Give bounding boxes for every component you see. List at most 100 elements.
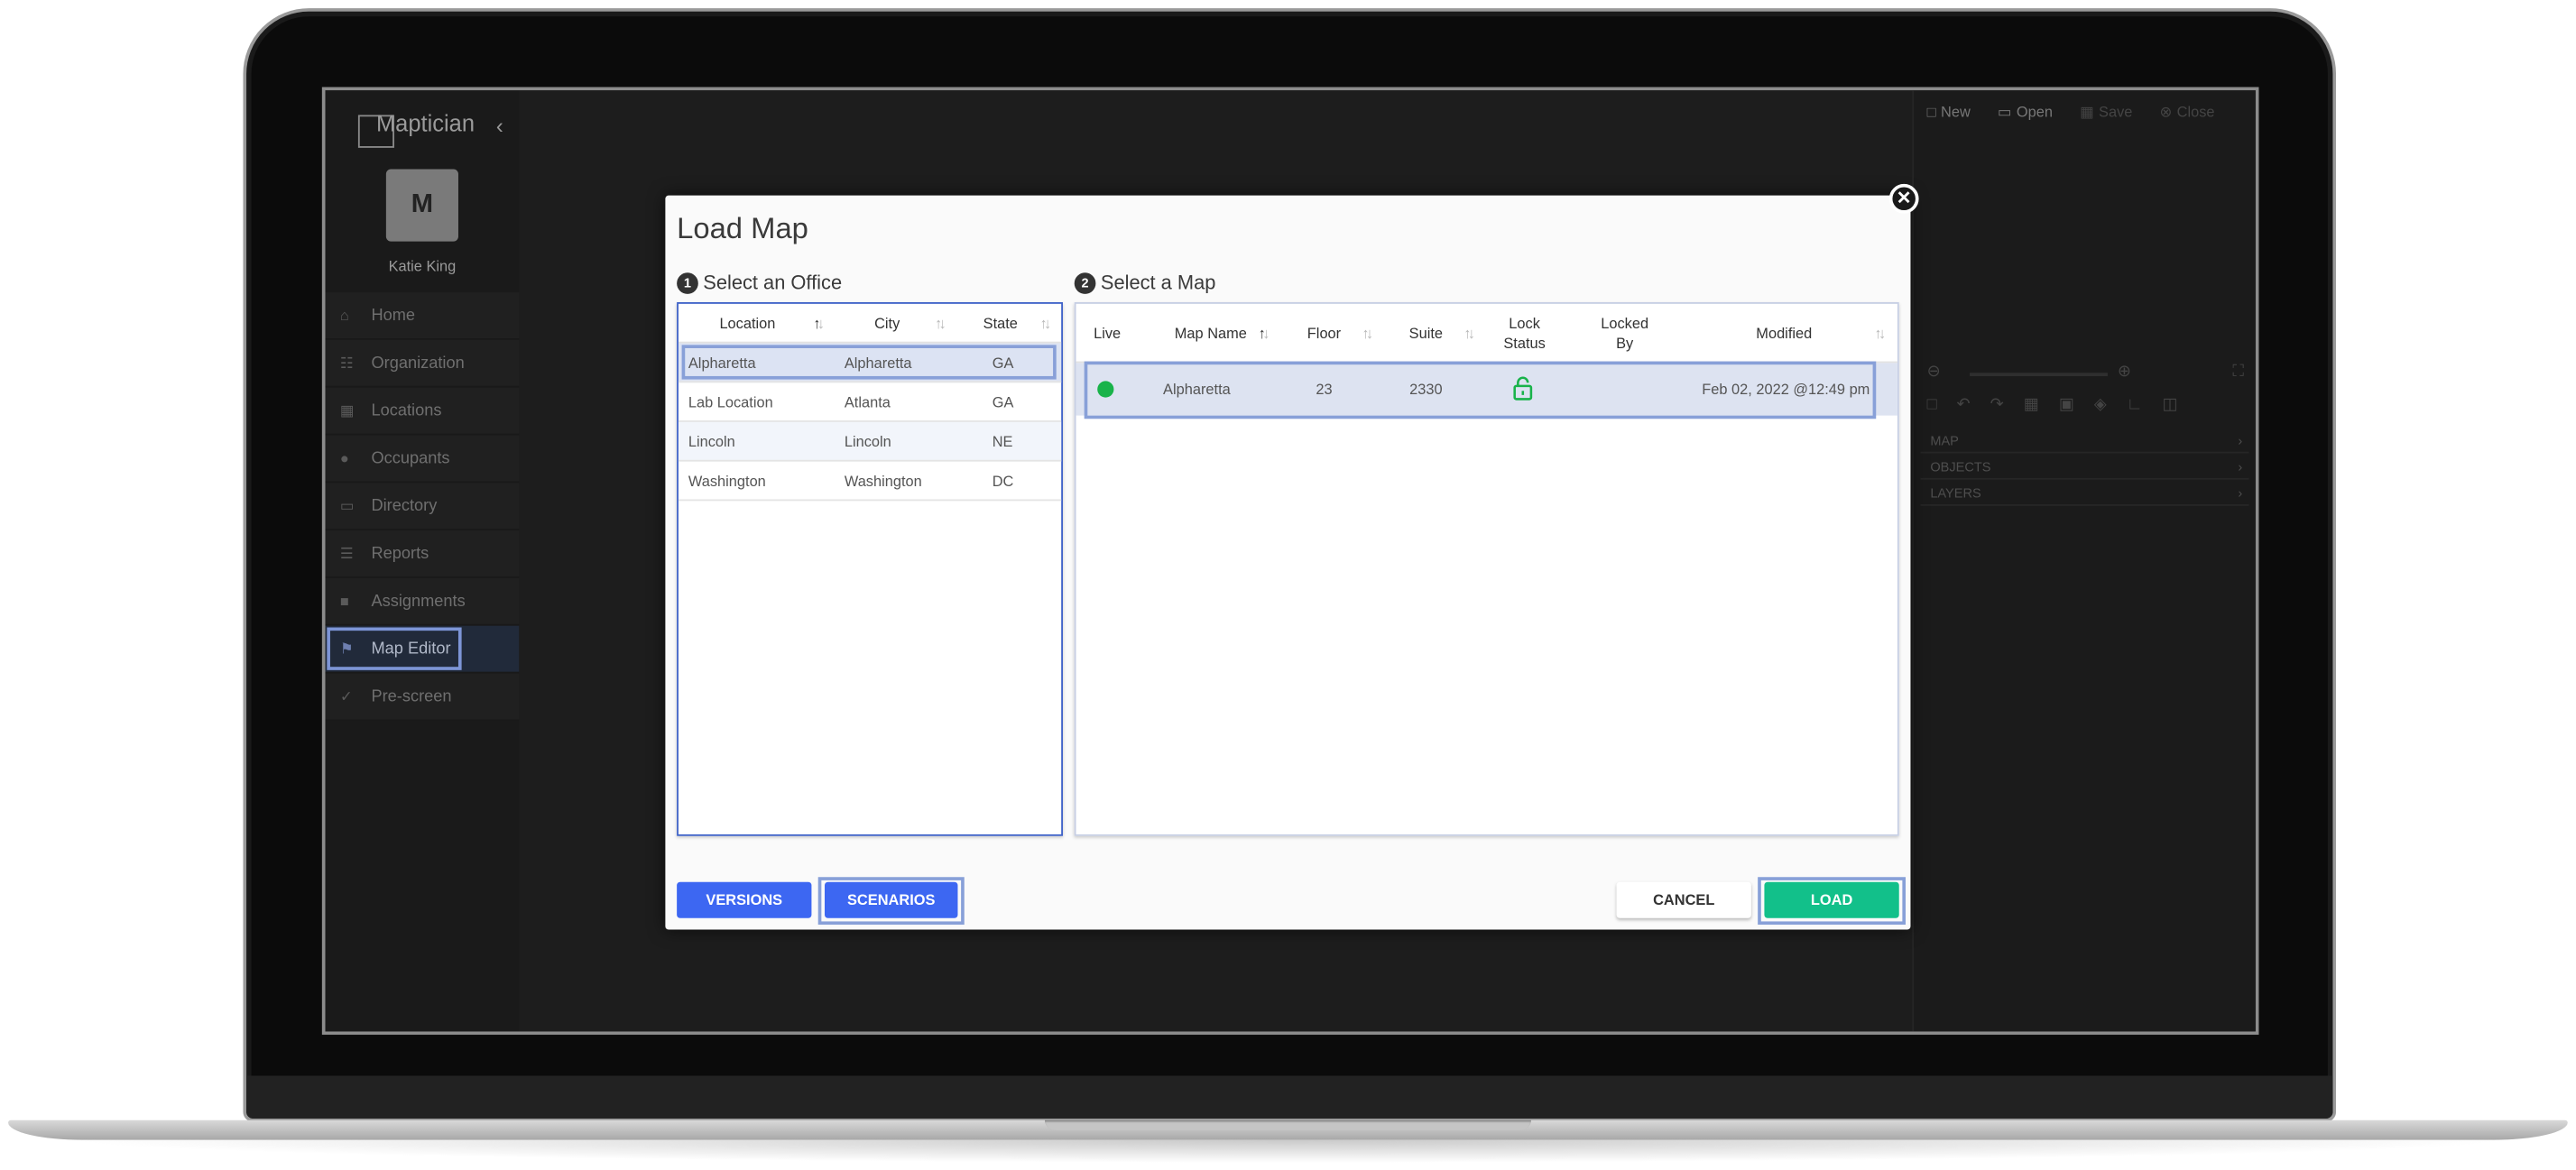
section-map[interactable]: MAP › bbox=[1920, 428, 2249, 454]
brand-name: Maptician bbox=[375, 109, 475, 137]
sort-icon[interactable]: ↑↓ bbox=[1874, 325, 1885, 341]
close-icon[interactable]: ✕ bbox=[1888, 183, 1919, 214]
office-row[interactable]: Lab Location Atlanta GA bbox=[678, 382, 1062, 422]
sidebar-item-label: Assignments bbox=[371, 593, 466, 612]
sidebar-item-organization[interactable]: ☷ Organization bbox=[325, 339, 520, 388]
column-header-live[interactable]: Live bbox=[1085, 325, 1128, 341]
laptop-notch bbox=[1044, 1119, 1531, 1130]
column-header-state[interactable]: State bbox=[974, 316, 1027, 332]
sidebar-item-map-editor[interactable]: ⚑ Map Editor bbox=[325, 625, 520, 674]
dialog-title: Load Map bbox=[677, 211, 808, 245]
collapse-sidebar-icon[interactable]: ‹ bbox=[496, 114, 503, 138]
table-header: Location ↑↓ City ↑↓ State ↑↓ bbox=[678, 304, 1062, 344]
office-row[interactable]: Alpharetta Alpharetta GA bbox=[678, 343, 1062, 383]
column-header-locked-by[interactable]: Locked By bbox=[1595, 314, 1655, 354]
chevron-right-icon: › bbox=[2238, 485, 2243, 502]
copy-icon[interactable]: □ bbox=[1927, 396, 1957, 414]
sidebar-nav: ⌂ Home ☷ Organization ▦ Locations ● Occupant… bbox=[325, 292, 520, 722]
axis-icon[interactable]: ∟ bbox=[2127, 396, 2163, 414]
cell-location: Lincoln bbox=[688, 433, 735, 450]
fit-screen-icon[interactable]: ⛶ bbox=[2232, 363, 2244, 381]
home-icon: ⌂ bbox=[339, 307, 349, 324]
zoom-in-icon[interactable]: ⊕ bbox=[2118, 363, 2131, 381]
grid-icon[interactable]: ▦ bbox=[2024, 396, 2059, 414]
assignment-icon: ■ bbox=[339, 593, 349, 610]
open-button[interactable]: ▭ Open bbox=[1998, 104, 2053, 122]
trash-icon[interactable]: ◫ bbox=[2162, 396, 2197, 414]
file-icon: □ bbox=[1926, 103, 1936, 120]
sort-icon[interactable]: ↑↓ bbox=[1259, 325, 1270, 341]
save-icon: ▦ bbox=[2080, 103, 2094, 120]
cancel-button[interactable]: CANCEL bbox=[1616, 881, 1751, 918]
sidebar-item-locations[interactable]: ▦ Locations bbox=[325, 387, 520, 436]
section-label: MAP bbox=[1930, 433, 1959, 449]
laptop-chin bbox=[246, 1075, 2333, 1119]
close-map-button[interactable]: ⊗ Close bbox=[2159, 104, 2214, 122]
stage: Maptician ‹ M Katie King ⌂ Home ☷ Organiza… bbox=[0, 0, 2576, 1169]
sort-icon[interactable]: ↑↓ bbox=[1362, 325, 1372, 341]
step-select-office: 1 Select an Office bbox=[677, 271, 843, 294]
editor-panel: □ New ▭ Open ▦ Save ⊗ Close ⊖ ⊕ ⛶ □↶↷▦▣◈∟◫ M… bbox=[1912, 90, 2256, 1032]
load-button[interactable]: LOAD bbox=[1764, 881, 1899, 918]
chevron-right-icon: › bbox=[2238, 459, 2243, 475]
step-label: Select an Office bbox=[703, 271, 843, 294]
cell-city: Atlanta bbox=[844, 393, 891, 411]
column-header-floor[interactable]: Floor bbox=[1299, 325, 1349, 341]
section-label: OBJECTS bbox=[1930, 459, 1991, 475]
column-header-map-name[interactable]: Map Name bbox=[1168, 325, 1254, 341]
map-table: Live Map Name ↑↓ Floor ↑↓ Suite ↑↓ Lock … bbox=[1074, 302, 1899, 836]
scenarios-button[interactable]: SCENARIOS bbox=[824, 881, 958, 918]
column-header-suite[interactable]: Suite bbox=[1401, 325, 1451, 341]
sidebar-item-label: Pre-screen bbox=[371, 687, 452, 706]
sidebar-item-reports[interactable]: ☰ Reports bbox=[325, 530, 520, 578]
column-header-location[interactable]: Location bbox=[695, 316, 800, 332]
office-row[interactable]: Washington Washington DC bbox=[678, 462, 1062, 502]
sidebar-item-label: Reports bbox=[371, 545, 429, 564]
cell-city: Lincoln bbox=[844, 433, 891, 450]
sidebar-item-label: Home bbox=[371, 307, 416, 326]
redo-icon[interactable]: ↷ bbox=[1990, 396, 2024, 414]
sidebar-item-label: Occupants bbox=[371, 449, 450, 468]
new-button[interactable]: □ New bbox=[1927, 104, 1971, 120]
column-header-city[interactable]: City bbox=[849, 316, 925, 332]
id-card-icon: ▭ bbox=[339, 497, 355, 514]
group-icon[interactable]: ▣ bbox=[2059, 396, 2094, 414]
editor-toolbar: □ New ▭ Open ▦ Save ⊗ Close bbox=[1927, 104, 2256, 130]
zoom-out-icon[interactable]: ⊖ bbox=[1927, 363, 1941, 381]
laptop-shadow bbox=[65, 1139, 2511, 1164]
sidebar-item-assignments[interactable]: ■ Assignments bbox=[325, 577, 520, 626]
map-row[interactable]: Alpharetta 23 2330 Feb 02, 2022 @12:49 p… bbox=[1076, 361, 1897, 419]
org-chart-icon: ☷ bbox=[339, 355, 354, 372]
edit-tools: □↶↷▦▣◈∟◫ bbox=[1927, 396, 2256, 419]
zoom-slider[interactable] bbox=[1970, 373, 2108, 376]
sort-icon[interactable]: ↑↓ bbox=[1040, 316, 1051, 332]
column-header-modified[interactable]: Modified bbox=[1733, 325, 1835, 341]
check-icon: ✓ bbox=[339, 687, 353, 705]
cell-location: Lab Location bbox=[688, 393, 773, 411]
sort-icon[interactable]: ↑↓ bbox=[935, 316, 946, 332]
versions-button[interactable]: VERSIONS bbox=[677, 881, 812, 918]
office-row[interactable]: Lincoln Lincoln NE bbox=[678, 421, 1062, 462]
user-name: Katie King bbox=[388, 257, 457, 275]
building-icon: ▦ bbox=[339, 402, 355, 419]
section-layers[interactable]: LAYERS › bbox=[1920, 481, 2249, 506]
column-header-lock-status[interactable]: Lock Status bbox=[1497, 314, 1553, 354]
sort-icon[interactable]: ↑↓ bbox=[813, 316, 824, 332]
step-select-map: 2 Select a Map bbox=[1074, 271, 1215, 294]
sidebar-item-pre-screen[interactable]: ✓ Pre-screen bbox=[325, 673, 520, 722]
list-icon: ☰ bbox=[339, 545, 354, 562]
section-objects[interactable]: OBJECTS › bbox=[1920, 455, 2249, 480]
sidebar-item-home[interactable]: ⌂ Home bbox=[325, 292, 520, 340]
zoom-controls: ⊖ ⊕ ⛶ bbox=[1927, 363, 2256, 385]
save-button[interactable]: ▦ Save bbox=[2080, 104, 2132, 122]
section-label: LAYERS bbox=[1930, 485, 1981, 502]
sidebar-item-occupants[interactable]: ● Occupants bbox=[325, 435, 520, 484]
chevron-right-icon: › bbox=[2238, 433, 2243, 449]
cell-state: DC bbox=[992, 473, 1014, 490]
sort-icon[interactable]: ↑↓ bbox=[1463, 325, 1474, 341]
layers-icon[interactable]: ◈ bbox=[2094, 396, 2127, 414]
undo-icon[interactable]: ↶ bbox=[1957, 396, 1990, 414]
avatar[interactable]: M bbox=[385, 169, 458, 242]
office-table: Location ↑↓ City ↑↓ State ↑↓ Alpharetta … bbox=[677, 302, 1063, 836]
sidebar-item-directory[interactable]: ▭ Directory bbox=[325, 483, 520, 531]
